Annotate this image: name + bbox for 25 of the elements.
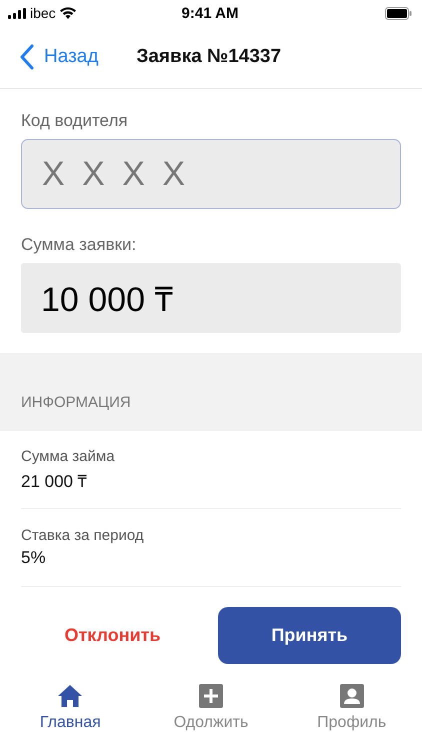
info-label: Сумма займа bbox=[21, 448, 116, 464]
info-value: 5% bbox=[21, 548, 47, 568]
info-label: Ставка за период bbox=[21, 527, 145, 544]
plus-icon bbox=[199, 684, 223, 708]
tab-item[interactable]: Главная bbox=[0, 678, 141, 750]
battery-icon bbox=[385, 6, 412, 20]
back-button[interactable]: Назад bbox=[20, 44, 98, 70]
info-value: 21 000 ₸ bbox=[21, 470, 88, 492]
signal-icon bbox=[8, 8, 26, 18]
home-icon bbox=[57, 684, 84, 708]
section-header: ИНФОРМАЦИЯ bbox=[21, 394, 131, 411]
tab-item[interactable]: Одолжить bbox=[140, 678, 282, 750]
field-label: Код водителя bbox=[21, 111, 129, 131]
accept-button[interactable]: Принять bbox=[218, 607, 401, 664]
amount-field[interactable]: 10 000 ₸ bbox=[21, 263, 401, 333]
person-icon bbox=[340, 684, 364, 708]
status-time: 9:41 AM bbox=[182, 4, 238, 22]
carrier-name: ibec bbox=[30, 5, 56, 21]
tab-item[interactable]: Профиль bbox=[281, 678, 422, 750]
decline-button[interactable]: Отклонить bbox=[21, 607, 204, 664]
code-field[interactable]: X X X X bbox=[21, 139, 401, 209]
field-label: Сумма заявки: bbox=[21, 235, 138, 255]
wifi-icon bbox=[60, 7, 76, 19]
back-chevron-icon bbox=[20, 44, 34, 70]
screen-title: Заявка №14337 bbox=[136, 46, 282, 68]
